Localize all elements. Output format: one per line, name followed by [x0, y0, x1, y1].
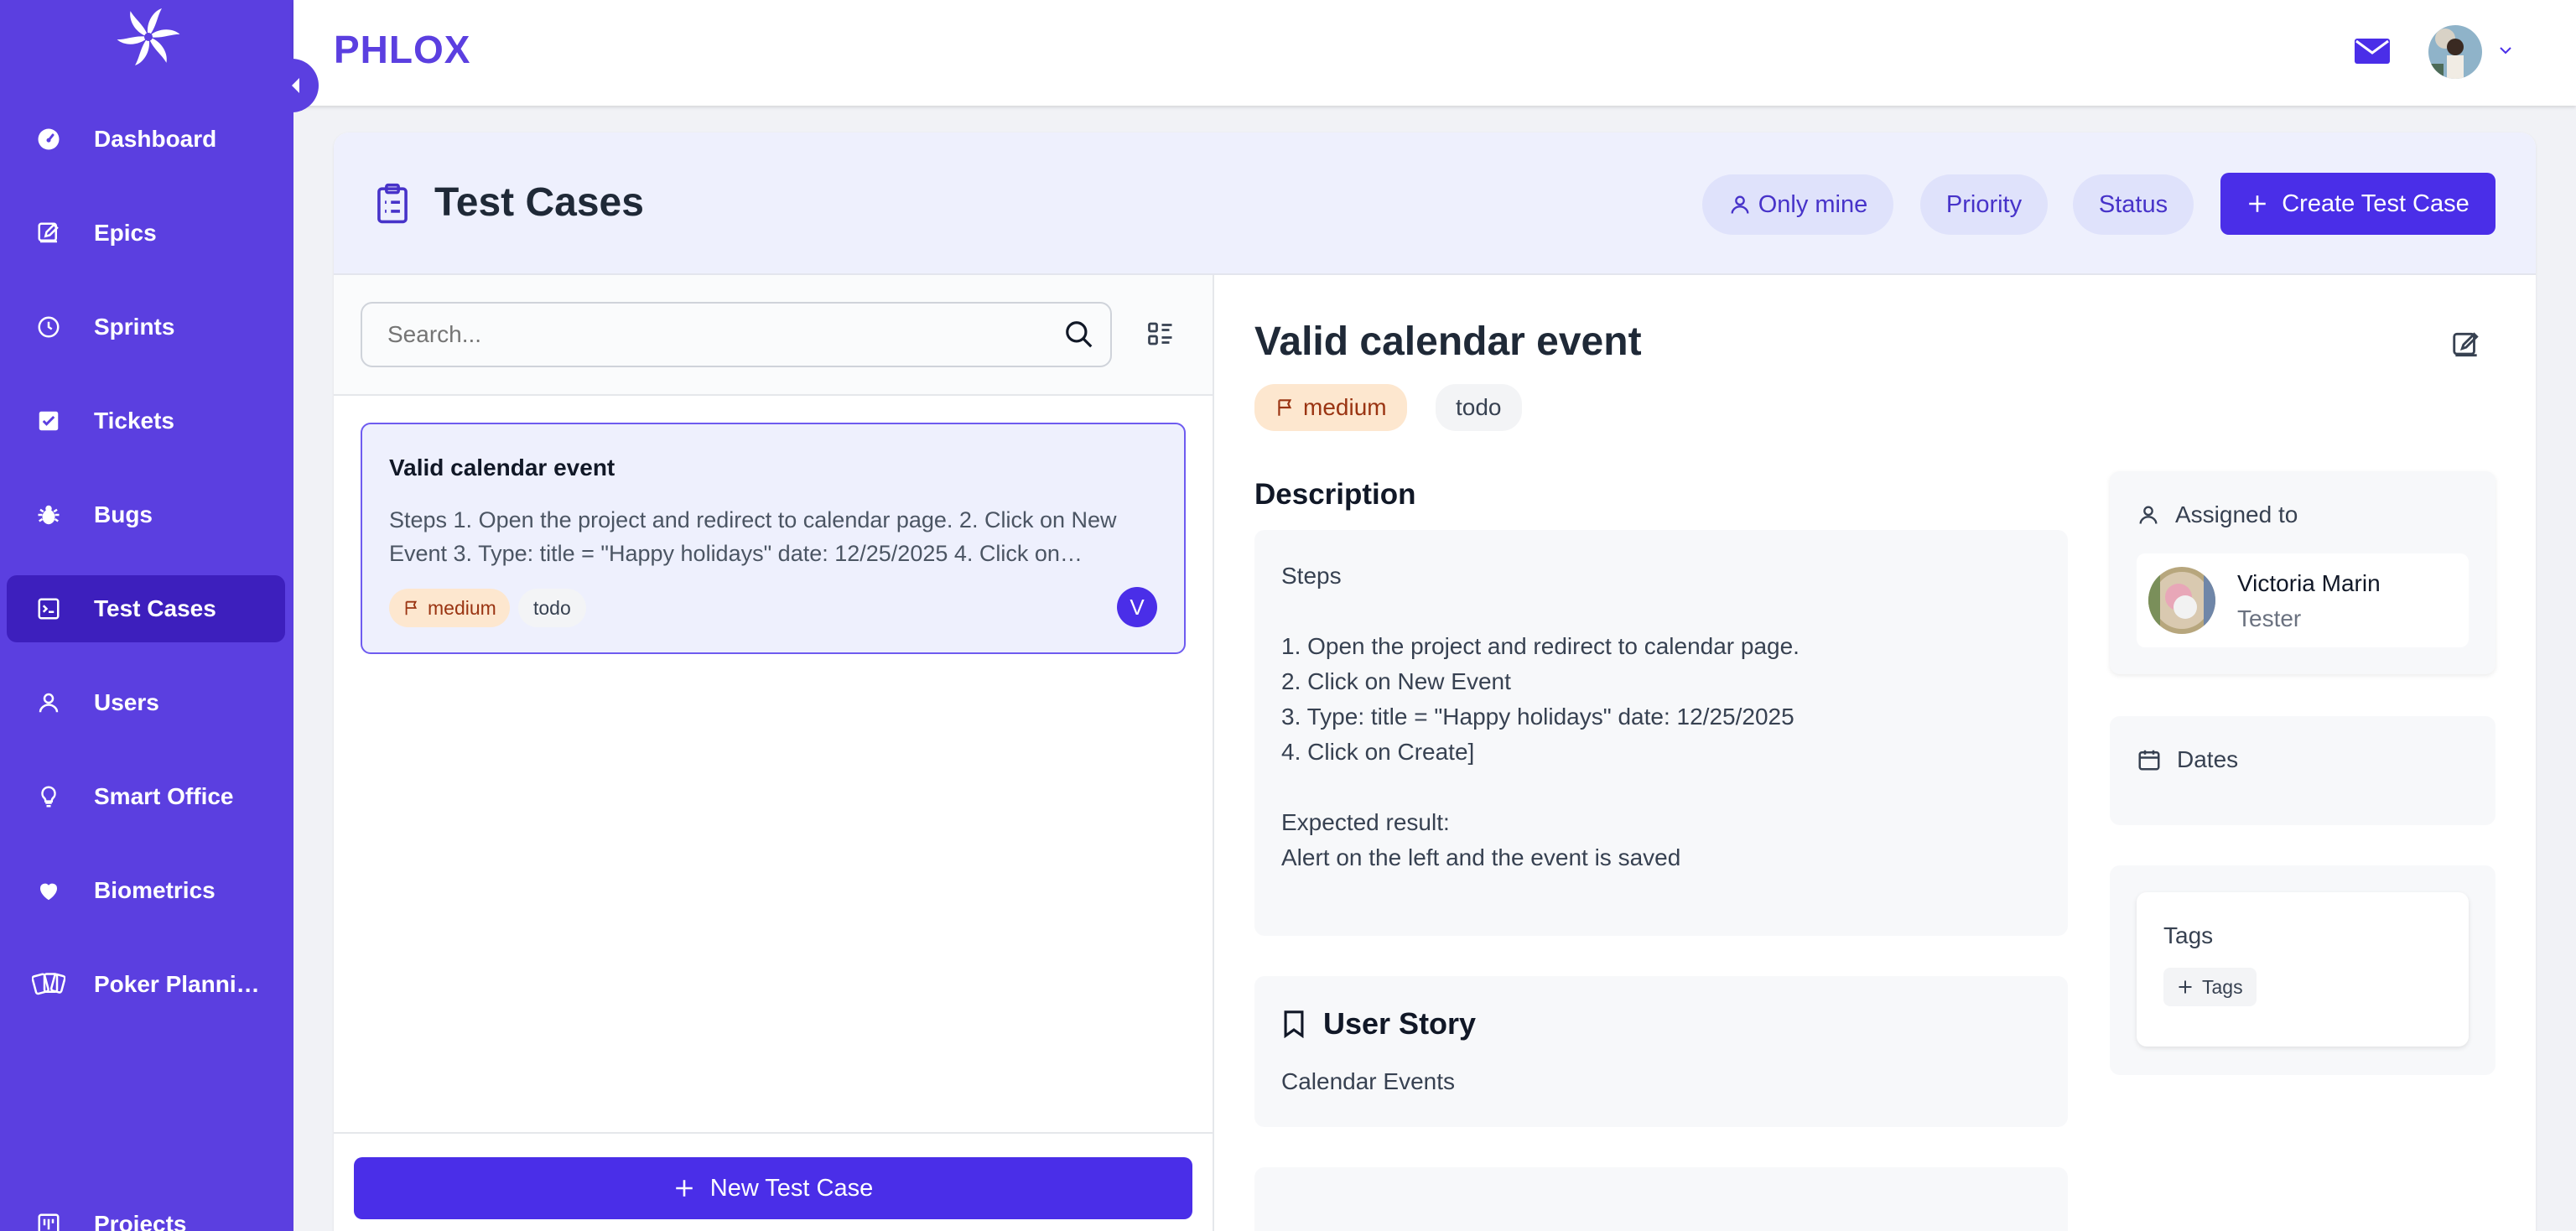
- bookmark-icon: [1284, 1010, 1304, 1038]
- sidebar-item-sprints[interactable]: Sprints: [7, 293, 285, 361]
- user-story-heading: User Story: [1281, 1006, 1476, 1041]
- list-item-title: Valid calendar event: [389, 454, 615, 480]
- create-test-case-button[interactable]: Create Test Case: [2220, 173, 2496, 235]
- terminal-icon: [32, 592, 65, 626]
- heart-icon: [32, 874, 65, 907]
- calendar-icon: [2138, 750, 2160, 771]
- board-icon: [32, 1208, 65, 1231]
- sidebar-item-poker-planning[interactable]: Poker Planning: [7, 951, 285, 1018]
- search-input[interactable]: [387, 321, 1008, 348]
- clipboard-icon: [374, 183, 411, 229]
- assignee-chip[interactable]: Victoria Marin Tester: [2137, 553, 2469, 647]
- sidebar-item-tickets[interactable]: Tickets: [7, 387, 285, 454]
- flag-icon: [405, 600, 418, 616]
- status-badge: todo: [518, 589, 586, 627]
- next-section-box: [1254, 1167, 2068, 1231]
- assignee-avatar: [2148, 567, 2215, 634]
- assigned-card: Assigned to Victoria Marin Tester: [2110, 471, 2496, 674]
- plus-icon: [2249, 195, 2266, 212]
- user-story-value: Calendar Events: [1281, 1068, 1456, 1094]
- page-title: Test Cases: [434, 180, 644, 225]
- test-case-list-item[interactable]: Valid calendar event Steps 1. Open the p…: [361, 423, 1186, 654]
- tags-panel: Tags Tags: [2137, 892, 2469, 1047]
- tags-label: Tags: [2163, 922, 2214, 948]
- test-case-list-panel: Valid calendar event Steps 1. Open the p…: [334, 275, 1214, 1231]
- sidebar-item-smart-office[interactable]: Smart Office: [7, 763, 285, 830]
- sidebar-item-biometrics[interactable]: Biometrics: [7, 857, 285, 924]
- tags-card: Tags Tags: [2110, 865, 2496, 1075]
- detail-status-badge[interactable]: todo: [1436, 384, 1522, 431]
- app-logo-icon[interactable]: [115, 2, 182, 69]
- description-heading: Description: [1254, 478, 1416, 511]
- sidebar-item-epics[interactable]: Epics: [7, 200, 285, 267]
- only-mine-filter[interactable]: Only mine: [1702, 174, 1893, 235]
- sidebar: Dashboard Epics Sprints Tickets Bugs Tes…: [0, 0, 293, 1231]
- sidebar-item-bugs[interactable]: Bugs: [7, 481, 285, 548]
- dates-label: Dates: [2137, 746, 2238, 773]
- clock-icon: [32, 310, 65, 344]
- priority-badge: medium: [389, 589, 510, 627]
- chevron-left-icon: [292, 78, 299, 93]
- user-avatar[interactable]: [2428, 25, 2482, 79]
- bug-icon: [32, 498, 65, 532]
- search-box[interactable]: [361, 302, 1112, 367]
- flag-icon: [1278, 399, 1292, 416]
- cards-icon: [32, 968, 65, 1001]
- dashboard-gauge-icon: [32, 122, 65, 156]
- top-header: PHLOX: [293, 0, 2576, 106]
- priority-filter[interactable]: Priority: [1920, 174, 2048, 235]
- user-icon: [2139, 506, 2158, 524]
- sidebar-item-users[interactable]: Users: [7, 669, 285, 736]
- sidebar-item-dashboard[interactable]: Dashboard: [7, 106, 285, 173]
- detail-title: Valid calendar event: [1254, 319, 1642, 364]
- sidebar-item-projects[interactable]: Projects: [7, 1191, 285, 1231]
- status-filter[interactable]: Status: [2073, 174, 2194, 235]
- checkbox-icon: [32, 404, 65, 438]
- chevron-down-icon[interactable]: [2497, 42, 2514, 63]
- detail-priority-badge[interactable]: medium: [1254, 384, 1407, 431]
- user-story-box[interactable]: User Story Calendar Events: [1254, 976, 2068, 1127]
- edit-icon: [32, 216, 65, 250]
- list-view-icon[interactable]: [1145, 319, 1176, 353]
- new-test-case-button[interactable]: New Test Case: [354, 1157, 1192, 1219]
- description-box[interactable]: Steps 1. Open the project and redirect t…: [1254, 530, 2068, 936]
- search-row: [334, 275, 1213, 396]
- list-item-description: Steps 1. Open the project and redirect t…: [389, 507, 1117, 566]
- plus-icon: [676, 1180, 693, 1197]
- user-icon: [32, 686, 65, 719]
- divider: [334, 1132, 1213, 1134]
- user-icon: [1731, 195, 1749, 214]
- plus-icon: [2179, 980, 2192, 994]
- assignee-avatar: V: [1117, 587, 1157, 627]
- edit-icon[interactable]: [2450, 329, 2482, 365]
- mail-icon[interactable]: [2355, 37, 2390, 70]
- assignee-name: Victoria Marin: [2237, 570, 2381, 596]
- sidebar-item-test-cases[interactable]: Test Cases: [7, 575, 285, 642]
- page-header: Test Cases Only mine Priority Status Cre…: [334, 132, 2536, 275]
- add-tags-button[interactable]: Tags: [2163, 968, 2257, 1006]
- search-icon[interactable]: [1063, 319, 1095, 355]
- dates-card[interactable]: Dates: [2110, 716, 2496, 825]
- assignee-role: Tester: [2237, 605, 2302, 631]
- brand-name[interactable]: PHLOX: [334, 27, 470, 72]
- lightbulb-icon: [32, 780, 65, 813]
- assigned-label: Assigned to: [2137, 501, 2298, 528]
